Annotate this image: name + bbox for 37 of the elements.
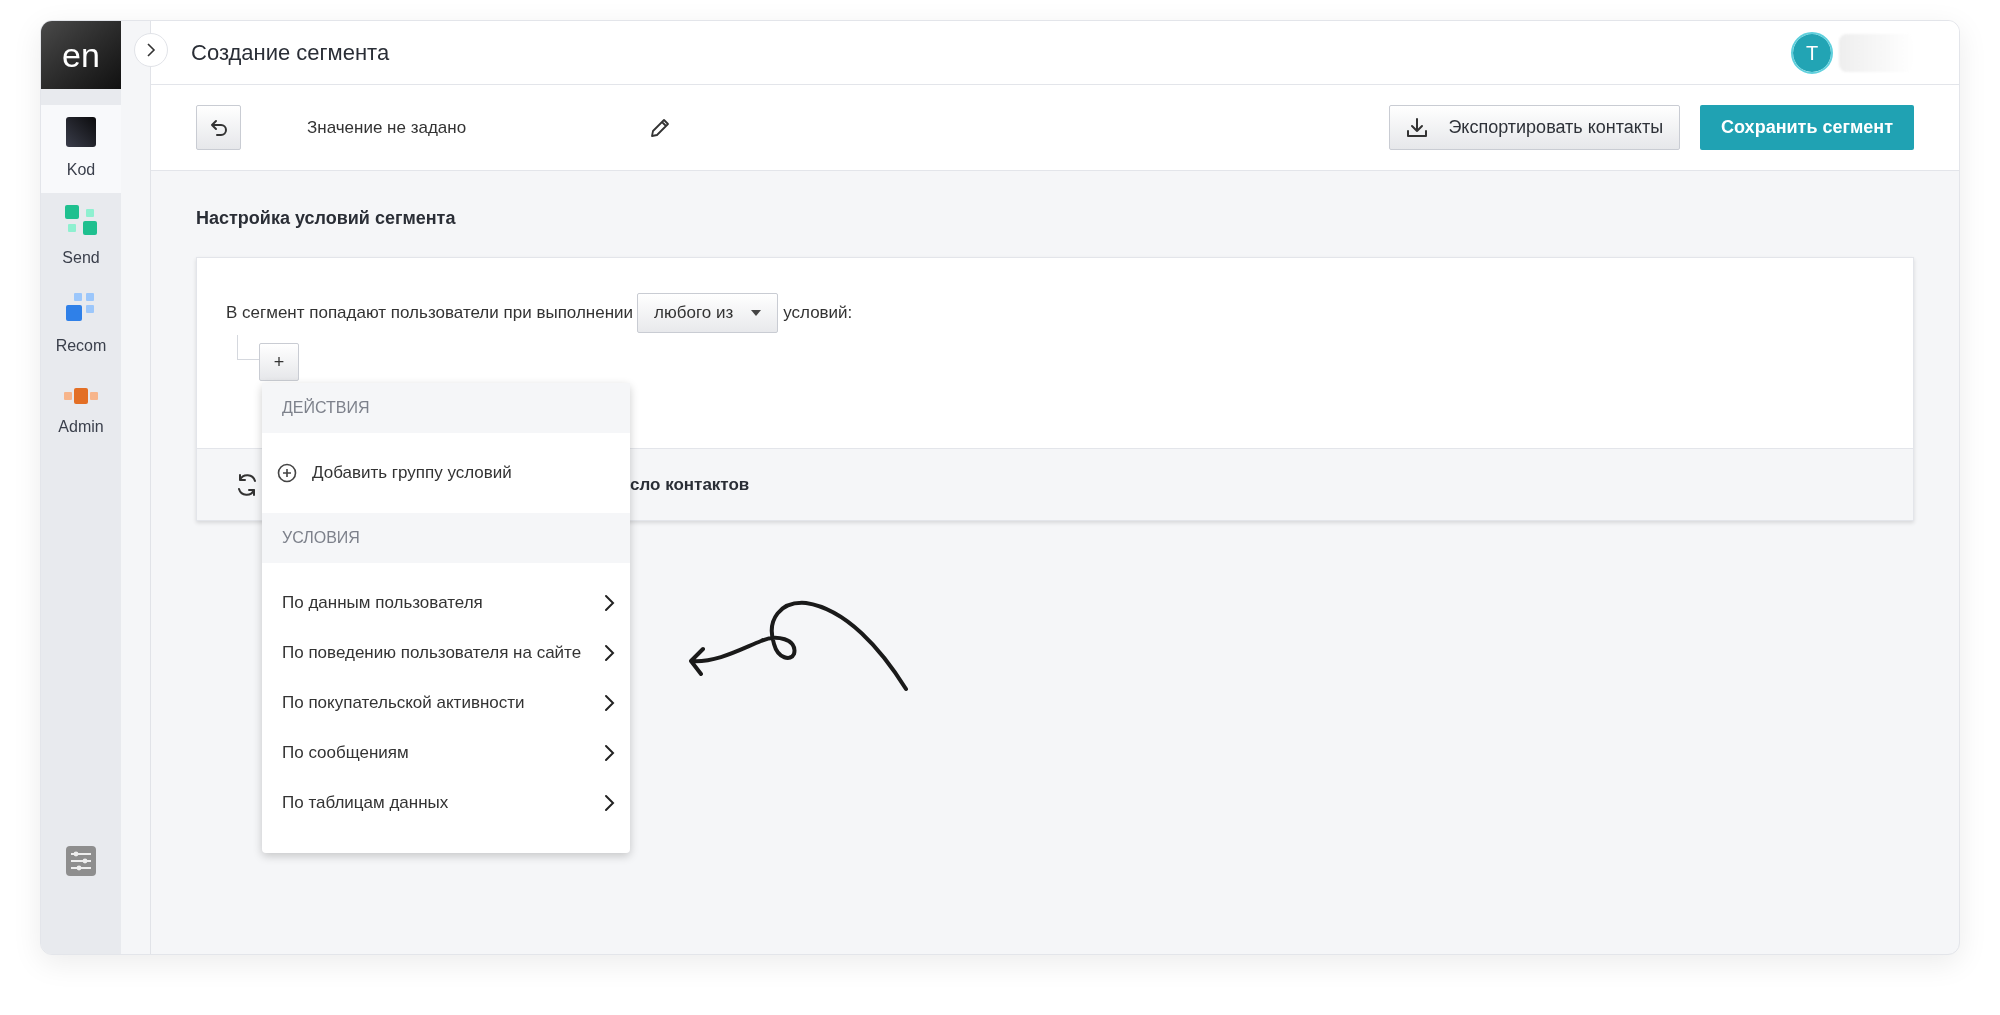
menu-item[interactable]: По поведению пользователя на сайте [262, 628, 630, 678]
chevron-right-icon [604, 744, 616, 762]
refresh-icon[interactable] [235, 472, 259, 497]
segment-name: Значение не задано [307, 116, 467, 139]
section-title: Настройка условий сегмента [196, 207, 457, 230]
logo: en [41, 21, 121, 89]
chevron-right-icon [604, 794, 616, 812]
chevron-right-icon [604, 644, 616, 662]
add-circle-icon [277, 463, 297, 483]
menu-item[interactable]: По сообщениям [262, 728, 630, 778]
caret-icon [751, 310, 762, 316]
download-icon [1406, 116, 1429, 139]
menu-item[interactable]: Добавить группу условий [262, 448, 630, 498]
chevron-right-icon [604, 694, 616, 712]
sidebar-item[interactable]: Kod [41, 105, 121, 193]
pencil-icon[interactable] [649, 116, 672, 139]
conditions-sentence: условий: [783, 302, 853, 325]
menu-item[interactable]: По таблицам данных [262, 778, 630, 828]
squares-icon [65, 292, 97, 324]
add-button[interactable]: + [259, 343, 299, 381]
undo-button[interactable] [196, 105, 241, 150]
match-select[interactable]: любого из [637, 293, 779, 333]
menu-item[interactable]: По покупательской активности [262, 678, 630, 728]
menu-section-header: УСЛОВИЯ [262, 513, 630, 563]
page-title: Создание сегмента [191, 39, 390, 67]
squares-icon [63, 387, 99, 405]
chevron-right-icon [146, 42, 156, 58]
menu-section-header: ДЕЙСТВИЯ [262, 383, 630, 433]
export-button[interactable]: Экспортировать контакты [1389, 105, 1681, 150]
square-icon [65, 116, 97, 148]
chevron-right-icon [604, 594, 616, 612]
squares-icon [64, 204, 98, 236]
sliders-icon[interactable] [66, 846, 96, 876]
menu-item[interactable]: По данным пользователя [262, 578, 630, 628]
conditions-sentence: В сегмент попадают пользователи при выполнении [226, 302, 634, 325]
count-text: сло контактов [630, 473, 750, 496]
undo-icon [208, 117, 229, 138]
